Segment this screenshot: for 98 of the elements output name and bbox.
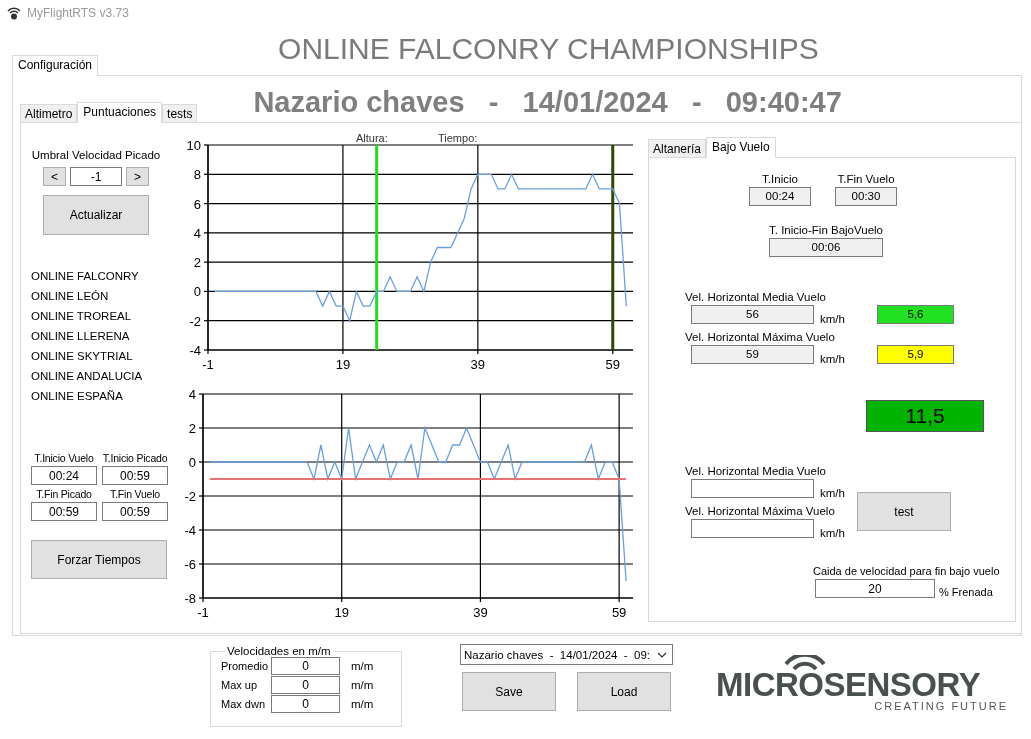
speed-input[interactable] [691,519,814,538]
axis-tick-label: -8 [184,591,196,606]
speed-drop-label: Caida de velocidad para fin bajo vuelo [813,565,1001,577]
threshold-label: Umbral Velocidad Picado [31,149,161,161]
axis-tick-label: -1 [197,605,209,618]
axis-tick-label: 59 [605,357,620,372]
axis-tick-label: 8 [193,167,201,183]
axis-tick-label: -6 [184,557,196,572]
axis-tick-label: 19 [335,357,351,372]
time-label: T.Fin Vuelo [837,173,895,185]
speed-label: Vel. Horizontal Media Vuelo [685,291,827,303]
speed-drop-field[interactable]: 20 [815,579,935,598]
unit-label: m/m [351,660,374,672]
speed-field: 59 [691,345,814,364]
competition-item[interactable]: ONLINE FALCONRY [31,266,173,286]
force-times-button[interactable]: Forzar Tiempos [31,540,167,579]
duration-field: 00:06 [769,238,883,257]
unit-label: m/m [351,698,374,710]
velocity-label: Promedio [221,660,270,672]
increment-button[interactable]: > [126,167,149,186]
unit-label: m/m [351,679,374,691]
unit-label: km/h [819,527,846,539]
unit-label: km/h [819,353,846,365]
competition-item[interactable]: ONLINE SKYTRIAL [31,346,173,366]
logo-wordmark: MICROSENSORY [716,670,981,700]
axis-tick-label: 39 [473,605,488,618]
tab[interactable]: Altimetro [20,104,78,122]
chevron-icon [657,651,667,658]
time-field[interactable]: 00:24 [31,466,97,485]
action-button[interactable]: Save [462,672,556,711]
tab[interactable]: Configuración [12,55,99,76]
competition-item[interactable]: ONLINE TROREAL [31,306,173,326]
tab[interactable]: Puntuaciones [77,102,163,123]
speed-label: Vel. Horizontal Máxima Vuelo [685,331,836,343]
competition-item[interactable]: ONLINE ANDALUCIA [31,366,173,386]
time-field: 00:30 [835,187,897,206]
test-button[interactable]: test [857,492,951,531]
time-field[interactable]: 00:59 [102,502,168,521]
speed-input[interactable] [691,479,814,498]
window-title: MyFlightRTS v3.73 [27,6,129,20]
competition-item[interactable]: ONLINE LEÓN [31,286,173,306]
update-button[interactable]: Actualizar [43,195,149,235]
unit-label: km/h [819,313,846,325]
axis-tick-label: 6 [193,196,201,212]
time-label: T.Inicio [762,173,798,185]
total-score: 11,5 [866,400,984,432]
axis-tick-label: 59 [611,605,627,618]
speed-label: Vel. Horizontal Media Vuelo [685,465,827,477]
group-title: Velocidades en m/m [226,645,332,657]
tab[interactable]: Altanería [648,139,707,157]
axis-tick-label: -2 [184,489,196,504]
signal-icon [783,655,827,670]
time-label: T.Fin Picado [36,488,92,500]
velocity-label: Max up [221,679,259,691]
axis-tick-label: 0 [193,284,201,300]
axis-tick-label: 39 [470,357,486,372]
readout-label: Altura: [356,132,388,144]
time-field: 00:24 [749,187,811,206]
logo-tagline: CREATING FUTURE [874,700,1008,712]
competition-item[interactable]: ONLINE LLERENA [31,326,173,346]
time-field[interactable]: 00:59 [102,466,168,485]
competition-item[interactable]: ONLINE ESPAÑA [31,386,173,406]
speed-label: Vel. Horizontal Máxima Vuelo [685,505,836,517]
axis-tick-label: -1 [202,357,214,372]
axis-tick-label: 0 [188,455,196,470]
speed-field: 56 [691,305,814,324]
time-label: T.Inicio Vuelo [34,452,94,464]
axis-tick-label: -2 [189,313,201,329]
action-button[interactable]: Load [577,672,671,711]
duration-label: T. Inicio-Fin BajoVuelo [769,224,883,236]
velocity-field[interactable]: 0 [271,657,340,675]
threshold-field[interactable]: -1 [70,167,122,186]
session-title: Nazario chaves - 14/01/2024 - 09:40:47 [253,86,842,119]
axis-tick-label: 4 [193,225,201,241]
axis-tick-label: 2 [188,421,196,436]
axis-tick-label: 19 [334,605,349,618]
championship-title: ONLINE FALCONRY CHAMPIONSHIPS [278,32,819,66]
axis-tick-label: 2 [193,255,201,271]
axis-tick-label: -4 [184,523,196,538]
unit-label: km/h [819,487,846,499]
signal-icon [7,6,21,20]
time-label: T.Inicio Picado [102,452,168,464]
velocity-label: Max dwn [221,698,267,710]
tab[interactable]: tests [162,104,198,122]
session-dropdown[interactable]: Nazario chaves - 14/01/2024 - 09: [460,644,673,665]
tab[interactable]: Bajo Vuelo [706,137,776,158]
readout-label: Tiempo: [438,132,478,144]
time-label: T.Fin Vuelo [110,488,160,500]
score-box: 5,9 [877,345,954,364]
decrement-button[interactable]: < [43,167,66,186]
time-field[interactable]: 00:59 [31,502,97,521]
axis-tick-label: 4 [188,387,196,402]
velocity-field[interactable]: 0 [271,676,340,694]
score-box: 5,6 [877,305,954,324]
velocity-field[interactable]: 0 [271,695,340,713]
axis-tick-label: -4 [189,343,201,358]
unit-label: % Frenada [939,586,993,598]
axis-tick-label: 10 [186,138,201,153]
